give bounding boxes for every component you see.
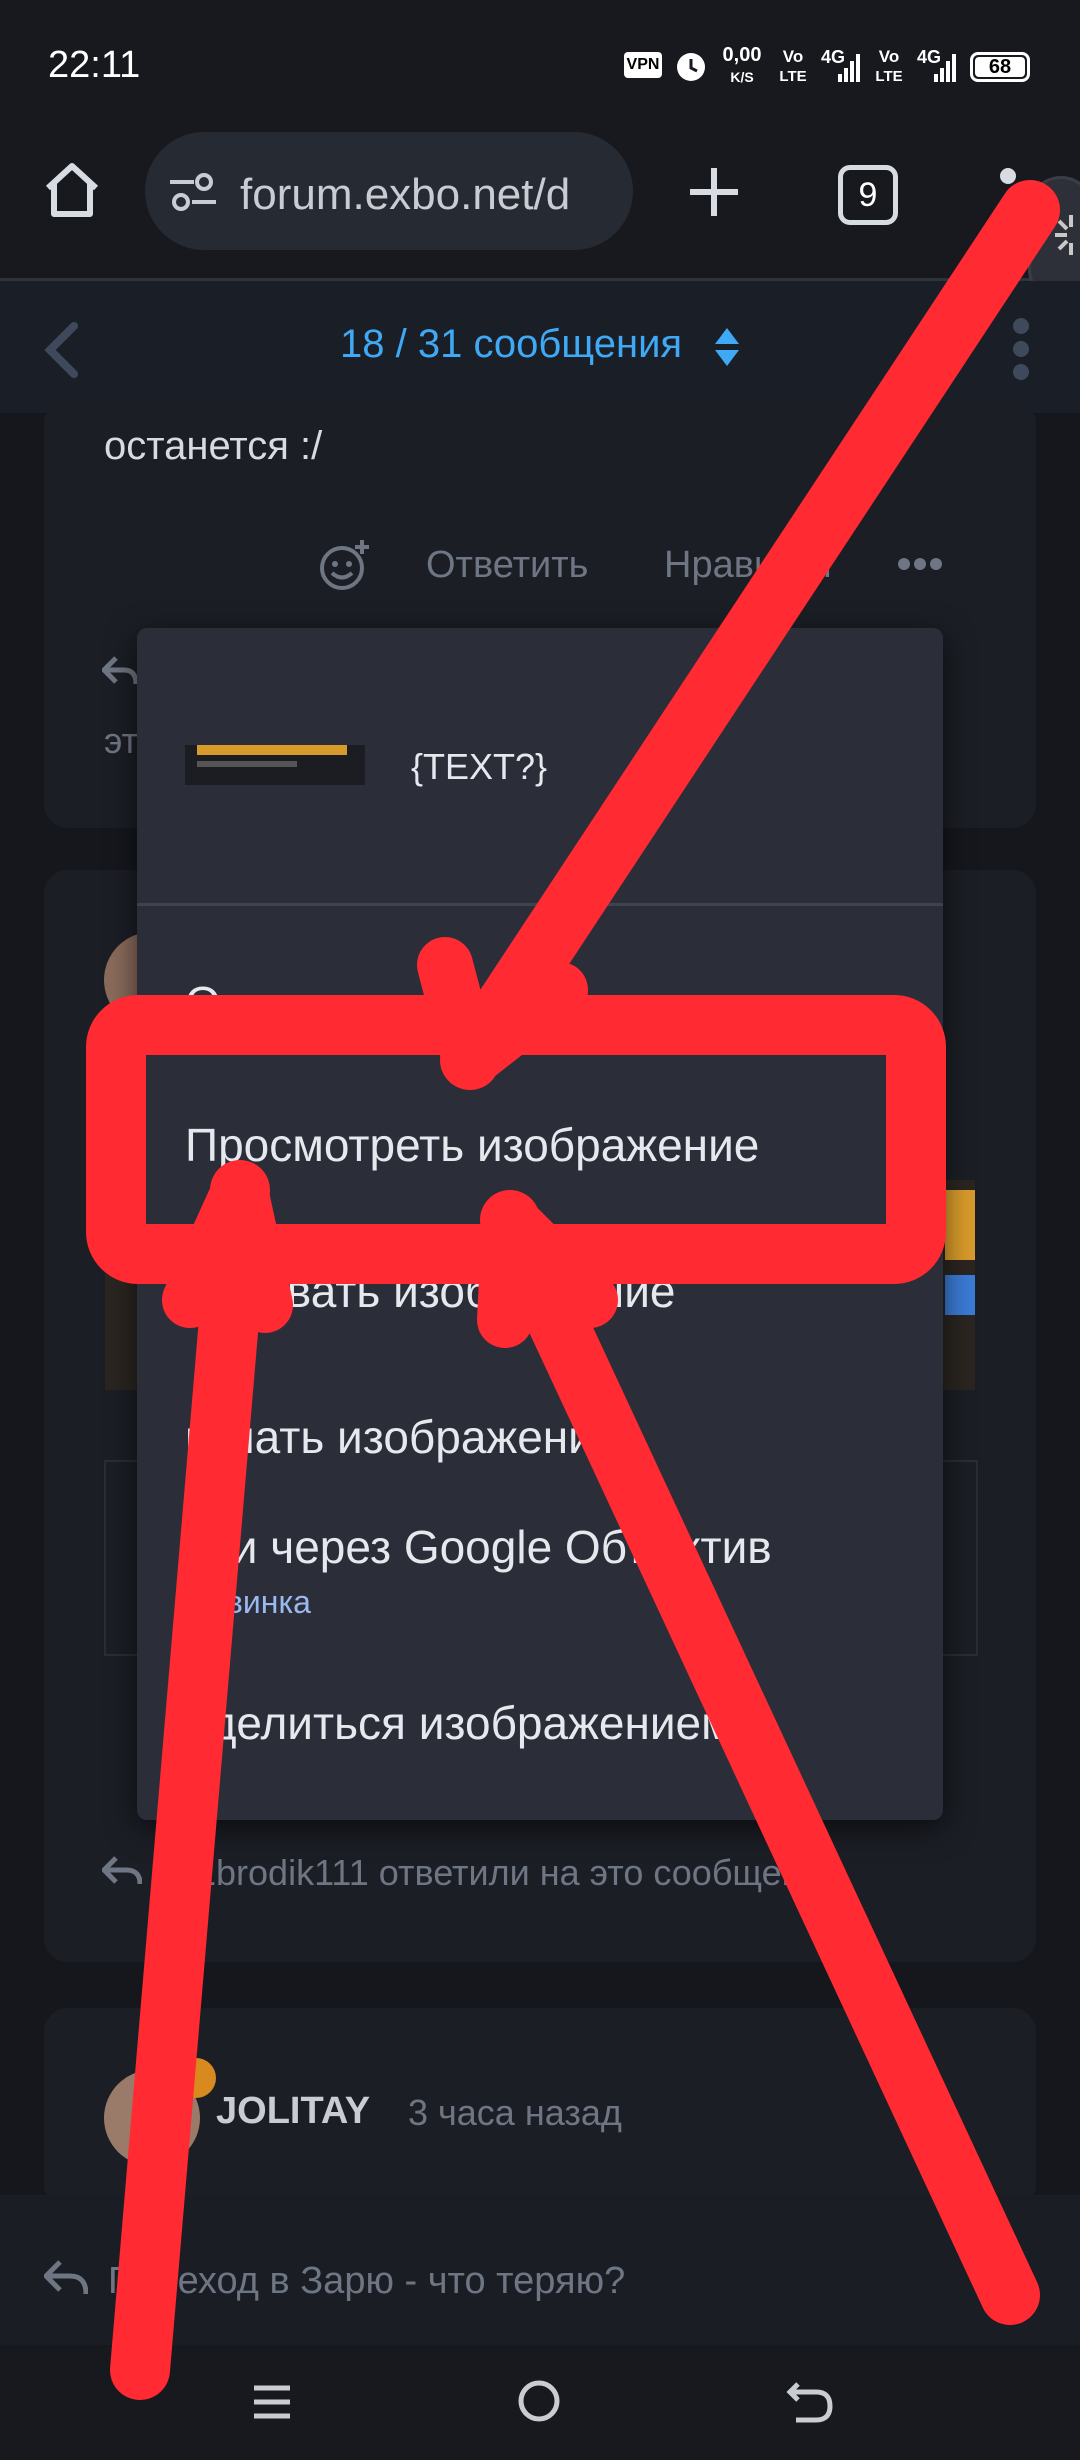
annotation-arrow-line bbox=[110, 1160, 270, 2400]
annotation-arrow-line bbox=[440, 180, 1060, 1090]
annotation-arrow-line bbox=[480, 1190, 1040, 2325]
annotation-overlay bbox=[86, 180, 1060, 2400]
